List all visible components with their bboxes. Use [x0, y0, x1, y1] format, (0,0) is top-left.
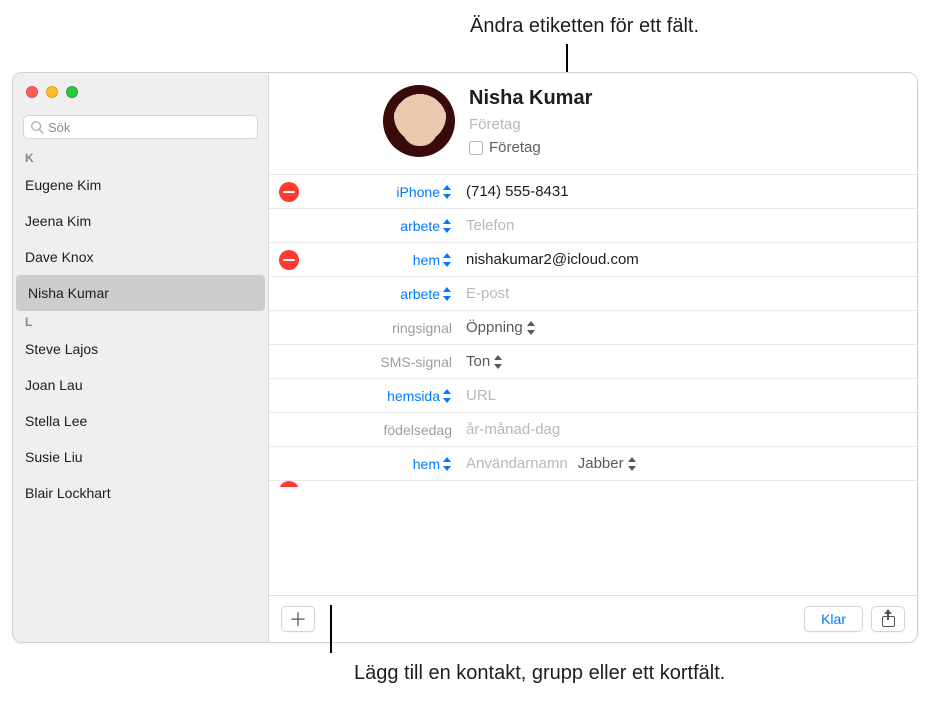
callout-add-contact: Lägg till en kontakt, grupp eller ett ko… [354, 662, 725, 685]
chevrons-icon [442, 457, 452, 471]
chevrons-icon [442, 253, 452, 267]
url-field[interactable]: URL [454, 387, 917, 404]
chevrons-icon [442, 389, 452, 403]
list-item[interactable]: Susie Liu [13, 439, 268, 475]
share-icon [881, 611, 896, 628]
search-placeholder: Sök [48, 120, 70, 135]
plus-icon: ＋ [289, 606, 307, 632]
delete-field-button[interactable] [279, 481, 299, 487]
chevrons-icon [627, 457, 637, 471]
list-item-selected[interactable]: Nisha Kumar [16, 275, 265, 311]
chevrons-icon [493, 355, 503, 369]
done-button[interactable]: Klar [804, 606, 863, 632]
card-header: Nisha Kumar Företag Företag [269, 73, 917, 174]
phone-placeholder-field[interactable]: Telefon [454, 217, 917, 234]
contact-name-field[interactable]: Nisha Kumar [469, 87, 592, 110]
callout-line-bottom [330, 605, 332, 653]
field-row-email-work: arbete E-post [269, 277, 917, 311]
field-label-select[interactable]: iPhone [309, 184, 454, 200]
chevrons-icon [526, 321, 536, 335]
search-icon [30, 120, 44, 134]
field-label-static: ringsignal [309, 320, 454, 336]
zoom-window-button[interactable] [66, 86, 78, 98]
field-row-im-home: hem Användarnamn Jabber [269, 447, 917, 481]
list-item[interactable]: Stella Lee [13, 403, 268, 439]
field-row-texttone: SMS-signal Ton [269, 345, 917, 379]
chevrons-icon [442, 287, 452, 301]
partial-next-row [269, 481, 917, 487]
im-username-field[interactable]: Användarnamn [466, 455, 568, 472]
field-row-birthday: födelsedag år-månad-dag [269, 413, 917, 447]
texttone-select[interactable]: Ton [466, 353, 503, 370]
fields-area: iPhone (714) 555-8431 arbete Telefon hem [269, 174, 917, 595]
avatar[interactable] [383, 85, 455, 157]
field-row-phone-work: arbete Telefon [269, 209, 917, 243]
sidebar: Sök K Eugene Kim Jeena Kim Dave Knox Nis… [13, 73, 269, 642]
close-window-button[interactable] [26, 86, 38, 98]
field-row-phone-iphone: iPhone (714) 555-8431 [269, 175, 917, 209]
share-button[interactable] [871, 606, 905, 632]
company-field[interactable]: Företag [469, 116, 592, 133]
chevrons-icon [442, 219, 452, 233]
delete-field-button[interactable] [279, 250, 299, 270]
birthday-field[interactable]: år-månad-dag [454, 421, 917, 438]
delete-field-button[interactable] [279, 182, 299, 202]
email-placeholder-field[interactable]: E-post [454, 285, 917, 302]
field-label-select[interactable]: hemsida [309, 388, 454, 404]
card-toolbar: ＋ Klar [269, 595, 917, 642]
email-value[interactable]: nishakumar2@icloud.com [454, 251, 917, 268]
im-service-select[interactable]: Jabber [578, 455, 637, 472]
field-row-ringtone: ringsignal Öppning [269, 311, 917, 345]
field-label-static: födelsedag [309, 422, 454, 438]
section-header-k: K [13, 147, 268, 167]
section-header-l: L [13, 311, 268, 331]
company-checkbox[interactable] [469, 141, 483, 155]
ringtone-select[interactable]: Öppning [466, 319, 536, 336]
search-input[interactable]: Sök [23, 115, 258, 139]
field-label-select[interactable]: hem [309, 252, 454, 268]
field-label-select[interactable]: hem [309, 456, 454, 472]
list-item[interactable]: Steve Lajos [13, 331, 268, 367]
field-row-homepage: hemsida URL [269, 379, 917, 413]
field-label-select[interactable]: arbete [309, 286, 454, 302]
contact-card: Nisha Kumar Företag Företag iPhone (714)… [269, 73, 917, 642]
list-item[interactable]: Jeena Kim [13, 203, 268, 239]
list-item[interactable]: Joan Lau [13, 367, 268, 403]
add-button[interactable]: ＋ [281, 606, 315, 632]
chevrons-icon [442, 185, 452, 199]
field-label-static: SMS-signal [309, 354, 454, 370]
contacts-window: Sök K Eugene Kim Jeena Kim Dave Knox Nis… [12, 72, 918, 643]
phone-value[interactable]: (714) 555-8431 [454, 183, 917, 200]
window-controls [26, 86, 78, 98]
minimize-window-button[interactable] [46, 86, 58, 98]
contact-list: K Eugene Kim Jeena Kim Dave Knox Nisha K… [13, 147, 268, 642]
field-label-select[interactable]: arbete [309, 218, 454, 234]
callout-change-label: Ändra etiketten för ett fält. [470, 15, 699, 38]
list-item[interactable]: Blair Lockhart [13, 475, 268, 511]
list-item[interactable]: Eugene Kim [13, 167, 268, 203]
list-item[interactable]: Dave Knox [13, 239, 268, 275]
company-checkbox-label: Företag [489, 139, 541, 156]
field-row-email-home: hem nishakumar2@icloud.com [269, 243, 917, 277]
